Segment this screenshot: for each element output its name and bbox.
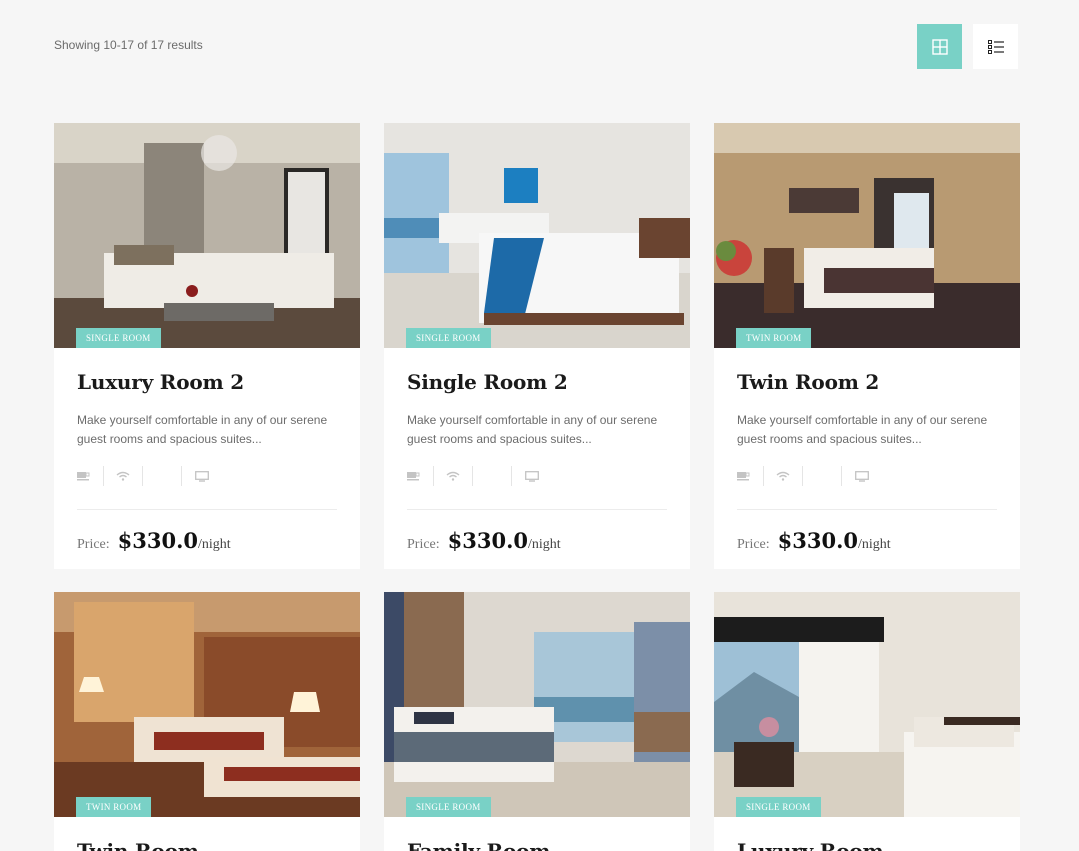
room-description: Make yourself comfortable in any of our … bbox=[77, 413, 328, 446]
blank-icon bbox=[803, 466, 842, 486]
room-type-badge[interactable]: SINGLE ROOM bbox=[736, 797, 821, 817]
room-card[interactable]: TWIN ROOM Twin Room 2 Make yourself comf… bbox=[714, 123, 1020, 569]
room-type-badge[interactable]: TWIN ROOM bbox=[76, 797, 152, 817]
blank-icon bbox=[143, 466, 182, 486]
coffee-icon bbox=[407, 466, 434, 486]
room-type-badge[interactable]: SINGLE ROOM bbox=[406, 328, 491, 348]
room-title[interactable]: Single Room 2 bbox=[407, 370, 667, 394]
room-photo[interactable]: TWIN ROOM bbox=[54, 592, 360, 817]
price-value: $330.0 bbox=[777, 528, 859, 553]
room-photo[interactable]: SINGLE ROOM bbox=[384, 123, 690, 348]
room-card[interactable]: SINGLE ROOM Single Room 2 Make yourself … bbox=[384, 123, 690, 569]
result-count: Showing 10-17 of 17 results bbox=[54, 38, 203, 52]
coffee-icon bbox=[737, 466, 764, 486]
results-toolbar: Showing 10-17 of 17 results bbox=[0, 0, 1079, 92]
price-value: $330.0 bbox=[447, 528, 529, 553]
grid-view-button[interactable] bbox=[917, 24, 962, 69]
tv-icon bbox=[512, 466, 551, 486]
wifi-icon bbox=[764, 466, 803, 486]
price-label: Price: bbox=[77, 537, 110, 552]
room-title[interactable]: Luxury Room 2 bbox=[77, 370, 337, 394]
room-card[interactable]: TWIN ROOM Twin Room bbox=[54, 592, 360, 851]
price-label: Price: bbox=[407, 537, 440, 552]
room-type-badge[interactable]: SINGLE ROOM bbox=[76, 328, 161, 348]
room-photo[interactable]: SINGLE ROOM bbox=[714, 592, 1020, 817]
coffee-icon bbox=[77, 466, 104, 486]
price-unit: /night bbox=[858, 537, 891, 552]
tv-icon bbox=[182, 466, 221, 486]
room-photo[interactable]: TWIN ROOM bbox=[714, 123, 1020, 348]
room-photo[interactable]: SINGLE ROOM bbox=[384, 592, 690, 817]
list-view-icon bbox=[987, 39, 1004, 54]
room-card[interactable]: SINGLE ROOM Luxury Room bbox=[714, 592, 1020, 851]
room-title[interactable]: Family Room bbox=[407, 839, 667, 851]
grid-view-icon bbox=[931, 38, 948, 55]
wifi-icon bbox=[104, 466, 143, 486]
room-type-badge[interactable]: SINGLE ROOM bbox=[406, 797, 491, 817]
price-value: $330.0 bbox=[117, 528, 199, 553]
list-view-button[interactable] bbox=[973, 24, 1018, 69]
price-row: Price: $330.0 /night bbox=[77, 528, 337, 553]
room-title[interactable]: Twin Room 2 bbox=[737, 370, 997, 394]
price-unit: /night bbox=[528, 537, 561, 552]
amenities-list bbox=[77, 465, 337, 510]
room-title[interactable]: Twin Room bbox=[77, 839, 337, 851]
room-card[interactable]: SINGLE ROOM Family Room bbox=[384, 592, 690, 851]
tv-icon bbox=[842, 466, 881, 486]
room-card[interactable]: SINGLE ROOM Luxury Room 2 Make yourself … bbox=[54, 123, 360, 569]
blank-icon bbox=[473, 466, 512, 486]
price-label: Price: bbox=[737, 537, 770, 552]
room-title[interactable]: Luxury Room bbox=[737, 839, 997, 851]
room-description: Make yourself comfortable in any of our … bbox=[407, 413, 658, 446]
amenities-list bbox=[407, 465, 667, 510]
price-row: Price: $330.0 /night bbox=[737, 528, 997, 553]
room-type-badge[interactable]: TWIN ROOM bbox=[736, 328, 812, 348]
amenities-list bbox=[737, 465, 997, 510]
room-photo[interactable]: SINGLE ROOM bbox=[54, 123, 360, 348]
room-description: Make yourself comfortable in any of our … bbox=[737, 413, 988, 446]
wifi-icon bbox=[434, 466, 473, 486]
price-row: Price: $330.0 /night bbox=[407, 528, 667, 553]
price-unit: /night bbox=[198, 537, 231, 552]
